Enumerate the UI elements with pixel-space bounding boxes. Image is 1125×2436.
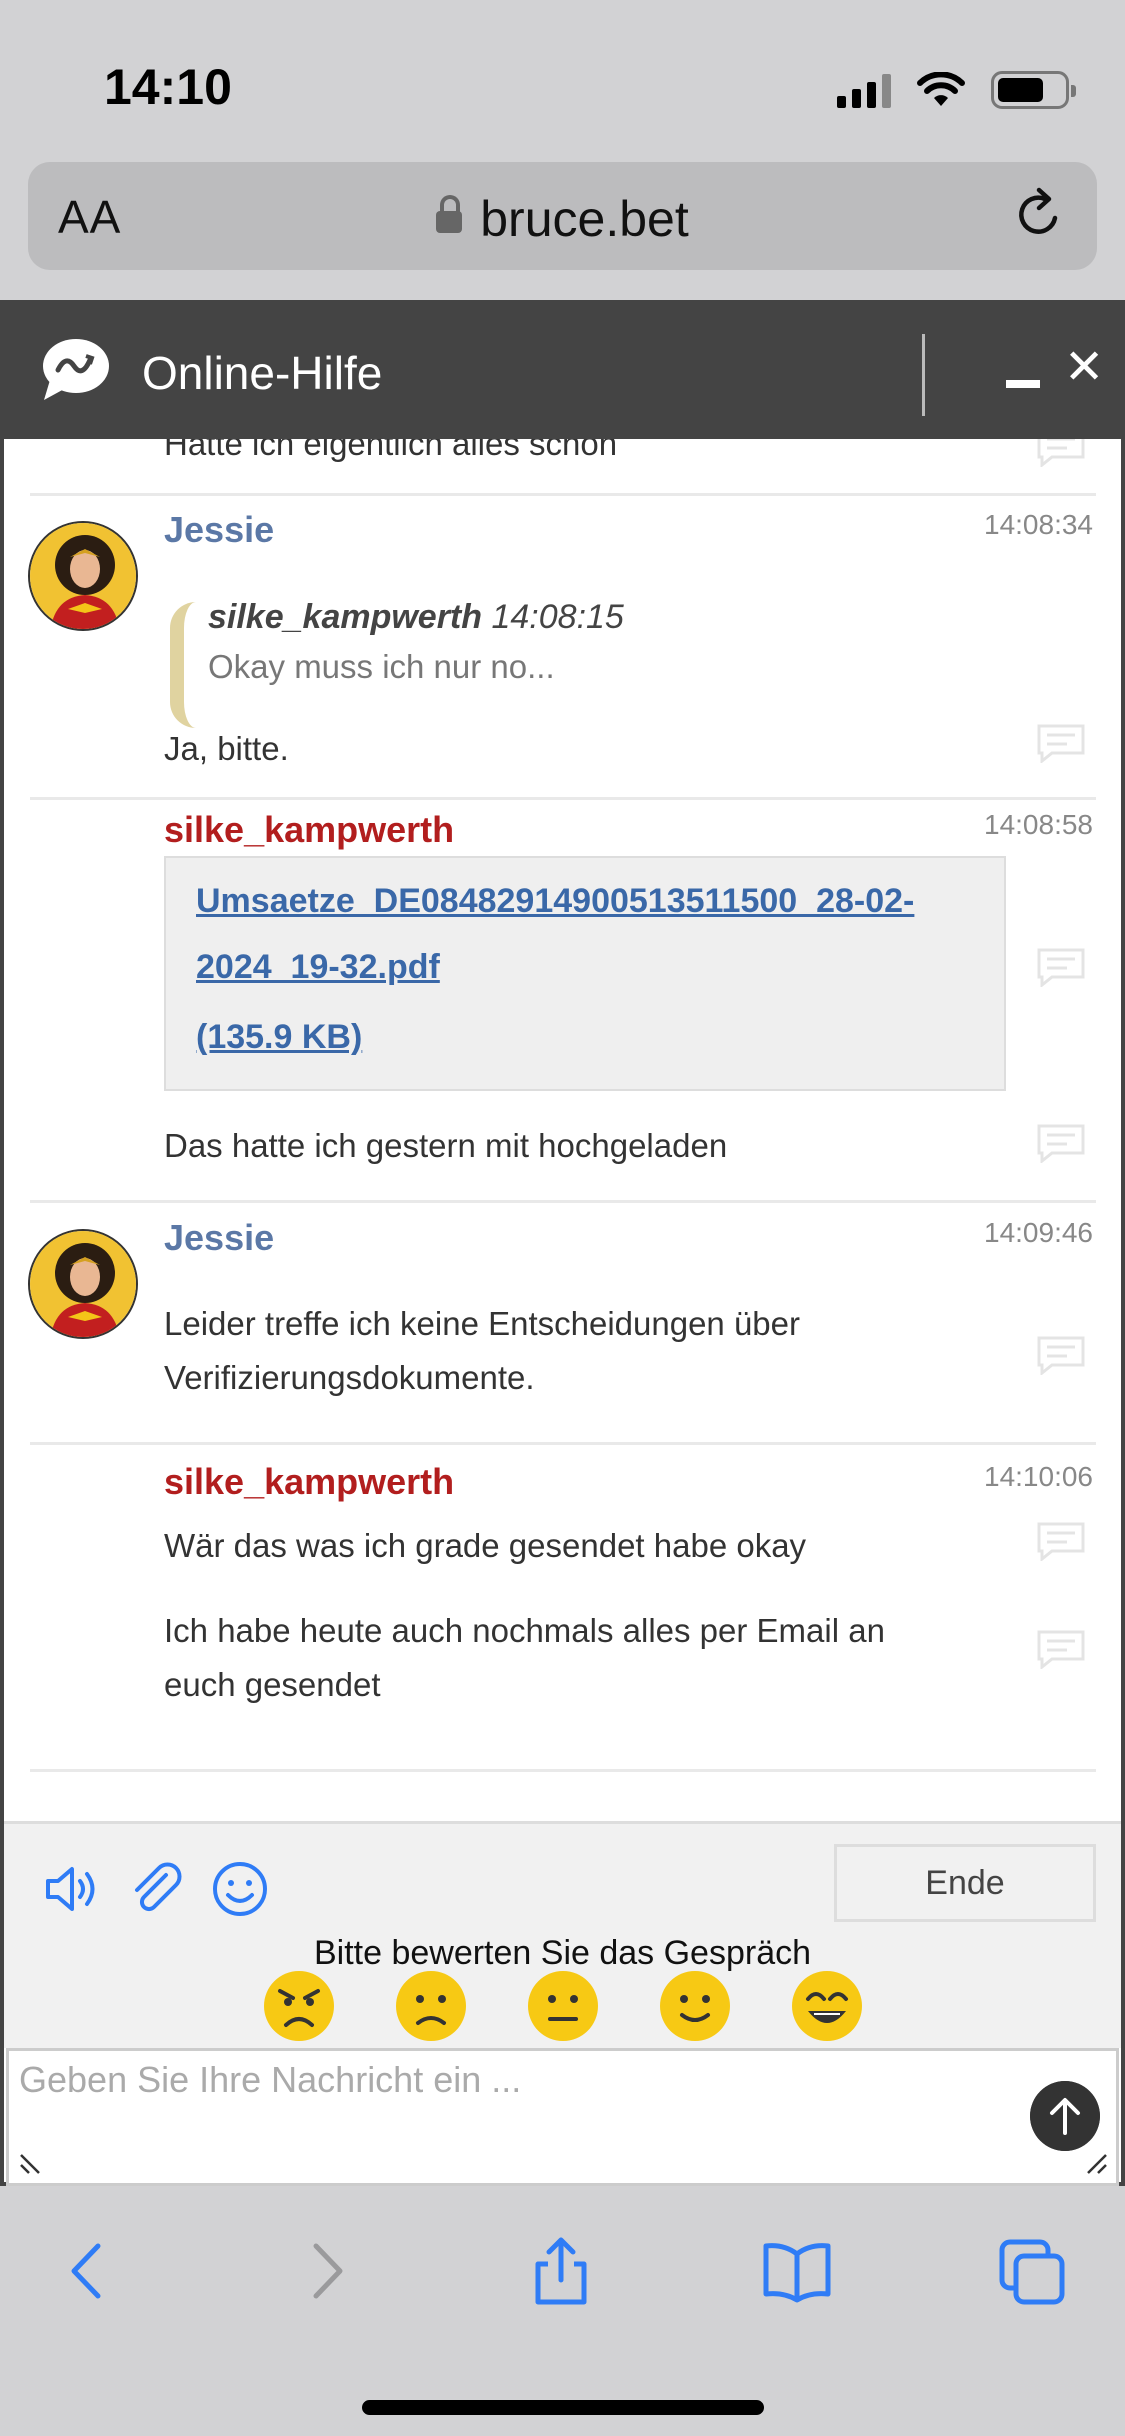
battery-icon <box>991 71 1076 109</box>
message-sender: silke_kampwerth <box>164 1461 455 1502</box>
agent-avatar <box>28 1229 138 1339</box>
message-text: Das hatte ich gestern mit hochgeladen <box>164 1127 728 1164</box>
quote-text: Okay muss ich nur no... <box>208 648 555 685</box>
forward-icon[interactable] <box>292 2236 362 2306</box>
message-text-line: Ich habe heute auch nochmals alles per E… <box>164 1612 885 1649</box>
message-sender: silke_kampwerth <box>164 809 455 850</box>
message-time: 14:08:58 <box>984 809 1093 840</box>
angry-face-icon[interactable] <box>262 1969 336 2043</box>
chat-header: Online-Hilfe ✕ <box>4 300 1121 439</box>
attachment-icon[interactable] <box>126 1859 186 1919</box>
agent-avatar <box>28 521 138 631</box>
message-reply-icon[interactable] <box>1036 723 1086 763</box>
file-attachment: Umsaetze_DE08482914900513511500_28-02-20… <box>164 856 1006 1091</box>
message-reply-icon[interactable] <box>1036 1123 1086 1163</box>
message-text: Wär das was ich grade gesendet habe okay <box>164 1527 807 1564</box>
resize-handle-icon[interactable] <box>19 2151 43 2175</box>
status-bar: 14:10 <box>0 0 1125 160</box>
share-icon[interactable] <box>526 2236 596 2306</box>
close-button[interactable]: ✕ <box>1064 344 1104 392</box>
browser-address-bar: AA bruce.bet <box>0 150 1125 300</box>
file-download-link[interactable]: Umsaetze_DE08482914900513511500_28-02-20… <box>196 868 986 1000</box>
message-reply-icon[interactable] <box>1036 1521 1086 1561</box>
heart-eyes-face-icon[interactable] <box>790 1969 864 2043</box>
minimize-button[interactable] <box>1006 380 1040 388</box>
message-text-line: Leider treffe ich keine Entscheidungen ü… <box>164 1305 800 1342</box>
chat-title: Online-Hilfe <box>142 347 383 399</box>
message-text: Ja, bitte. <box>164 730 289 767</box>
message-time: 14:08:34 <box>984 509 1093 540</box>
end-chat-button[interactable]: Ende <box>834 1844 1096 1922</box>
file-size-link[interactable]: (135.9 KB) <box>196 1018 362 1057</box>
chat-logo-icon <box>43 339 109 400</box>
quote-sender: silke_kampwerth <box>208 598 483 636</box>
home-indicator[interactable] <box>362 2400 764 2415</box>
chat-widget: Online-Hilfe ✕ Hatte ich eigentlich alle… <box>0 300 1125 2186</box>
sad-face-icon[interactable] <box>394 1969 468 2043</box>
lock-icon <box>436 195 463 233</box>
bookmarks-icon[interactable] <box>762 2236 832 2306</box>
back-icon[interactable] <box>52 2236 122 2306</box>
message-sender: Jessie <box>164 1217 275 1258</box>
message-input-area <box>6 2048 1119 2186</box>
wifi-icon <box>917 72 965 106</box>
status-time: 14:10 <box>104 59 232 115</box>
sound-icon[interactable] <box>42 1859 102 1919</box>
status-icons <box>837 68 1076 112</box>
quote-time: 14:08:15 <box>491 598 624 636</box>
header-divider <box>922 334 925 416</box>
neutral-face-icon[interactable] <box>526 1969 600 2043</box>
send-button[interactable] <box>1030 2081 1100 2151</box>
reload-icon[interactable] <box>1009 184 1069 244</box>
smiling-face-icon[interactable] <box>658 1969 732 2043</box>
message-input[interactable] <box>19 2059 1019 2169</box>
browser-bottom-bar <box>0 2186 1125 2436</box>
message-time: 14:10:06 <box>984 1461 1093 1492</box>
message-sender: Jessie <box>164 509 275 550</box>
rating-prompt: Bitte bewerten Sie das Gespräch <box>313 1934 812 1972</box>
cellular-signal-icon <box>837 72 891 108</box>
message-separator <box>30 797 1096 800</box>
message-separator <box>30 493 1096 496</box>
url-display[interactable]: bruce.bet <box>28 190 1097 248</box>
quoted-message[interactable]: silke_kampwerth 14:08:15 Okay muss ich n… <box>170 594 1090 734</box>
chat-toolbar: Ende Bitte bewerten Sie das Gespräch <box>4 1821 1121 2048</box>
message-reply-icon[interactable] <box>1036 439 1086 467</box>
tabs-icon[interactable] <box>998 2236 1068 2306</box>
message-separator <box>30 1200 1096 1203</box>
message-time: 14:09:46 <box>984 1217 1093 1248</box>
emoji-icon[interactable] <box>210 1859 270 1919</box>
quote-header: silke_kampwerth 14:08:15 <box>208 598 624 637</box>
message-separator <box>30 1769 1096 1772</box>
message-reply-icon[interactable] <box>1036 1335 1086 1375</box>
message-reply-icon[interactable] <box>1036 947 1086 987</box>
resize-handle-icon[interactable] <box>1084 2151 1108 2175</box>
message-separator <box>30 1442 1096 1445</box>
url-field[interactable]: AA bruce.bet <box>28 162 1097 270</box>
url-text: bruce.bet <box>480 191 689 247</box>
message-reply-icon[interactable] <box>1036 1629 1086 1669</box>
message-text-line: euch gesendet <box>164 1666 381 1703</box>
quote-bar <box>170 602 196 728</box>
message-list[interactable]: Hatte ich eigentlich alles schon Jessie … <box>4 439 1121 1821</box>
message-text-line: Verifizierungsdokumente. <box>164 1359 535 1396</box>
message-text: Hatte ich eigentlich alles schon <box>164 439 618 462</box>
